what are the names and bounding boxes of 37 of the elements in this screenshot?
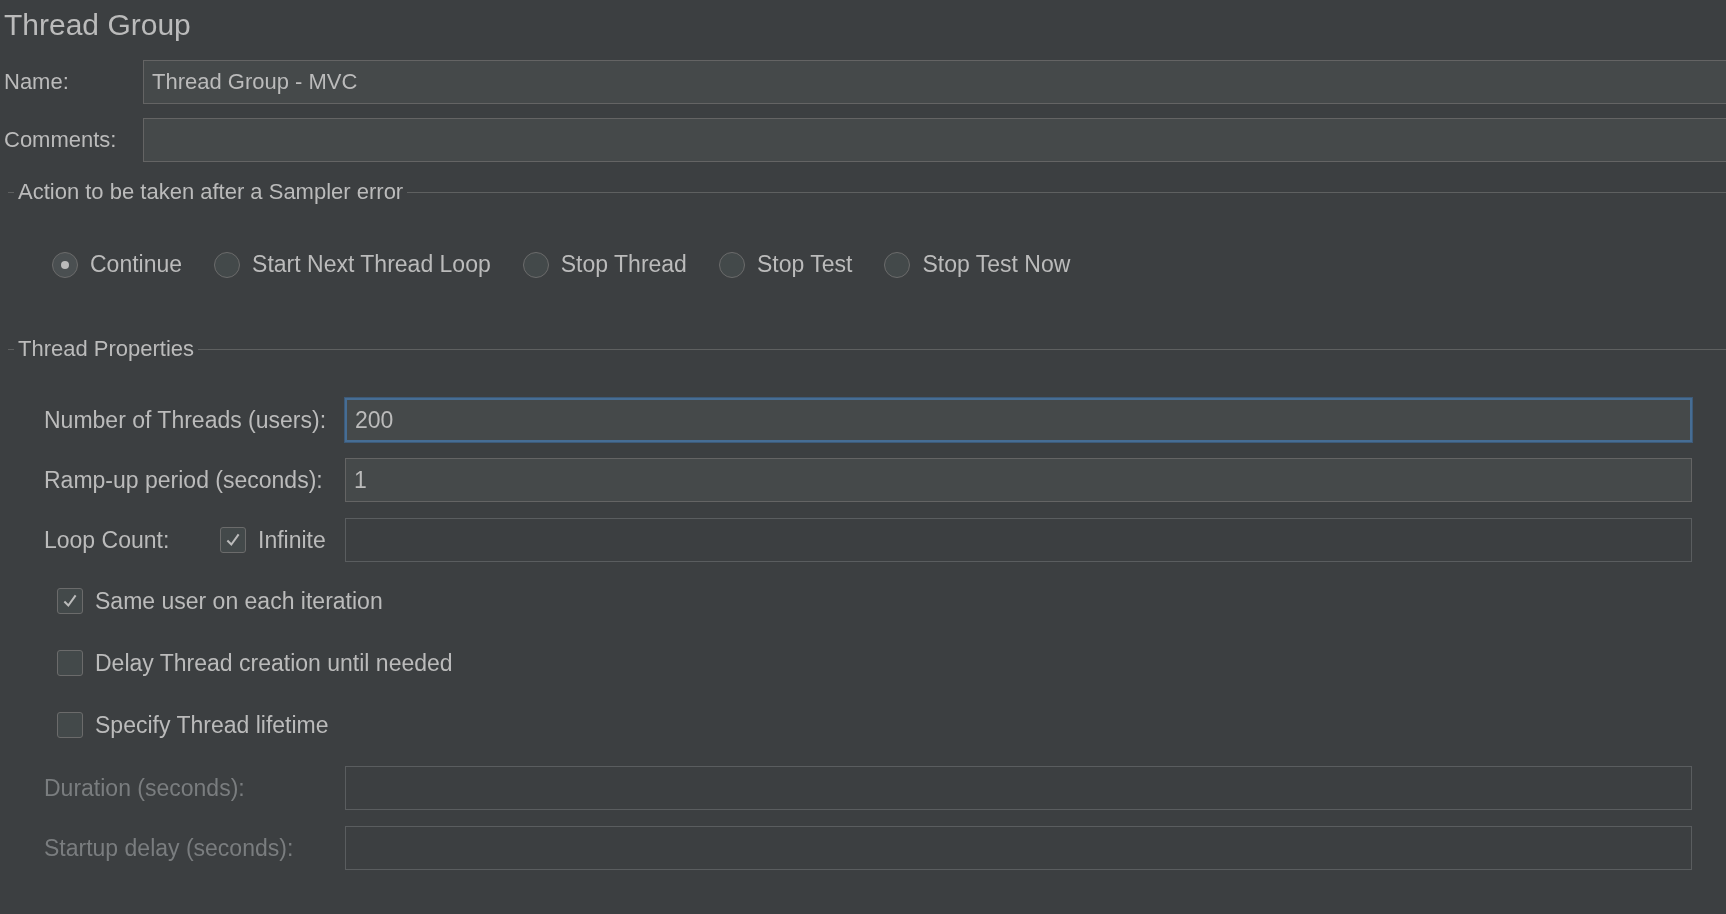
section-legend: Thread Properties: [18, 336, 199, 362]
panel-title: Thread Group: [3, 7, 192, 43]
checkmark-icon: [61, 592, 79, 610]
radio-option[interactable]: Continue: [52, 251, 183, 278]
radio-button[interactable]: [214, 251, 241, 278]
name-field[interactable]: Thread Group - MVC: [143, 60, 1726, 104]
radio-button[interactable]: [718, 251, 745, 278]
radio-button[interactable]: [52, 251, 78, 278]
radio-option[interactable]: Start Next Thread Loop: [214, 251, 491, 278]
checkmark-icon: [224, 531, 242, 549]
radio-option[interactable]: Stop Test: [718, 251, 853, 278]
loop-count-field[interactable]: [345, 518, 1692, 562]
checkbox-option[interactable]: Delay Thread creation until needed: [57, 635, 453, 691]
ramp-up-label: Ramp-up period (seconds):: [44, 466, 324, 494]
name-label: Name:: [3, 69, 70, 95]
duration-label: Duration (seconds):: [44, 774, 246, 802]
duration-field[interactable]: [345, 766, 1692, 810]
checkbox-option[interactable]: Specify Thread lifetime: [57, 697, 329, 753]
section-legend: Action to be taken after a Sampler error: [18, 179, 408, 205]
checkbox[interactable]: [57, 650, 83, 676]
ramp-up-field[interactable]: 1: [345, 458, 1692, 502]
radio-button[interactable]: [884, 251, 911, 278]
checkbox[interactable]: [220, 527, 246, 553]
startup-delay-label: Startup delay (seconds):: [44, 834, 295, 862]
comments-label: Comments:: [3, 127, 118, 153]
threads-label: Number of Threads (users):: [44, 406, 328, 434]
startup-delay-field[interactable]: [345, 826, 1692, 870]
radio-button[interactable]: [522, 251, 549, 278]
radio-option[interactable]: Stop Thread: [522, 251, 687, 278]
threads-field[interactable]: 200: [345, 398, 1692, 442]
checkbox[interactable]: [57, 588, 83, 614]
infinite-option[interactable]: Infinite: [220, 526, 326, 554]
checkbox[interactable]: [57, 712, 83, 738]
comments-field[interactable]: [143, 118, 1726, 162]
radio-option[interactable]: Stop Test Now: [884, 251, 1071, 278]
checkbox-option[interactable]: Same user on each iteration: [57, 573, 383, 629]
loop-count-label: Loop Count:: [44, 526, 171, 554]
